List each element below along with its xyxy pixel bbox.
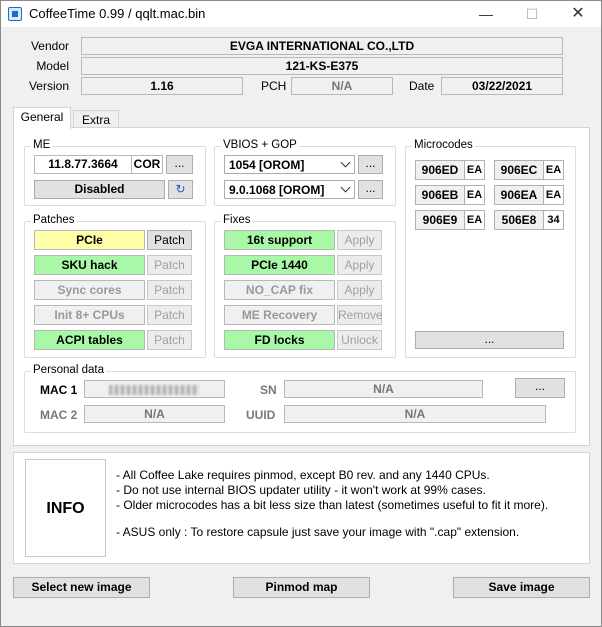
personal-data-title: Personal data [31,364,106,376]
vendor-label: Vendor [30,39,69,53]
general-tab-panel: ME 11.8.77.3664 COR ... Disabled ↻ VBIOS… [13,127,590,446]
microcode-item[interactable]: 906ED EA [415,160,485,180]
patches-group-title: Patches [31,214,77,226]
pch-field: N/A [291,77,393,95]
microcode-tag: 34 [543,211,563,229]
date-label: Date [409,79,435,93]
reload-icon[interactable]: ↻ [168,180,193,199]
microcode-tag: EA [543,161,563,179]
close-icon[interactable]: ✕ [555,1,601,27]
patch-sync-cores: Sync cores [34,280,145,300]
microcode-item[interactable]: 906EA EA [494,185,564,205]
version-field: 1.16 [81,77,243,95]
info-line: - Do not use internal BIOS updater utili… [116,483,486,497]
version-label: Version [28,79,69,93]
microcode-tag: EA [464,161,484,179]
sn-field: N/A [284,380,483,398]
mac2-field: N/A [84,405,225,423]
patch-acpi-tables-button[interactable]: Patch [147,330,192,350]
microcode-code: 506E8 [501,213,537,227]
fix-16t-support-button[interactable]: Apply [337,230,382,250]
mac1-redacted-value [109,385,199,395]
patch-pcie: PCIe [34,230,145,250]
microcodes-more-button[interactable]: ... [415,331,564,349]
pch-label: PCH [261,79,287,93]
me-type-field: COR [131,155,163,174]
microcode-item[interactable]: 906EC EA [494,160,564,180]
uuid-label: UUID [246,408,276,422]
fix-me-recovery-button[interactable]: Remove [337,305,383,325]
me-more-button[interactable]: ... [166,155,193,174]
save-image-button[interactable]: Save image [453,577,590,598]
sn-label: SN [260,383,277,397]
patch-pcie-button[interactable]: Patch [147,230,192,250]
model-field: 121-KS-E375 [81,57,563,75]
fix-pcie-1440: PCIe 1440 [224,255,335,275]
me-version-field: 11.8.77.3664 [34,155,132,174]
model-label: Model [36,59,69,73]
pinmod-map-button[interactable]: Pinmod map [233,577,370,598]
fix-pcie-1440-button[interactable]: Apply [337,255,382,275]
fix-fd-locks-button[interactable]: Unlock [337,330,382,350]
info-line: - ASUS only : To restore capsule just sa… [116,525,520,539]
info-line: - Older microcodes has a bit less size t… [116,498,549,512]
patch-sku-hack-button[interactable]: Patch [147,255,192,275]
microcode-code: 906EB [421,188,459,202]
fix-no-cap: NO_CAP fix [224,280,335,300]
microcode-tag: EA [464,186,484,204]
patch-sku-hack: SKU hack [34,255,145,275]
microcode-tag: EA [464,211,484,229]
microcodes-group-title: Microcodes [412,139,475,151]
gop-more-button[interactable]: ... [358,180,383,199]
tab-general[interactable]: General [13,107,71,130]
vendor-field: EVGA INTERNATIONAL CO.,LTD [81,37,563,55]
gop-select-value: 9.0.1068 [OROM] [229,183,325,197]
patch-init-cpus: Init 8+ CPUs [34,305,145,325]
me-group-title: ME [31,139,53,151]
date-field: 03/22/2021 [441,77,563,95]
microcode-code: 906EA [500,188,538,202]
app-icon [8,7,22,21]
fix-fd-locks: FD locks [224,330,335,350]
fixes-group-title: Fixes [221,214,253,226]
personal-more-button[interactable]: ... [515,378,565,398]
chevron-down-icon [340,182,351,193]
patch-sync-cores-button[interactable]: Patch [147,280,192,300]
fix-16t-support: 16t support [224,230,335,250]
microcode-tag: EA [543,186,563,204]
mac1-field [84,380,225,398]
patch-init-cpus-button[interactable]: Patch [147,305,192,325]
info-line: - All Coffee Lake requires pinmod, excep… [116,468,490,482]
app-window: CoffeeTime 0.99 / qqlt.mac.bin — ☐ ✕ Ven… [0,0,602,627]
vbios-more-button[interactable]: ... [358,155,383,174]
title-bar: CoffeeTime 0.99 / qqlt.mac.bin — ☐ ✕ [1,1,601,27]
info-panel: INFO - All Coffee Lake requires pinmod, … [13,452,590,564]
fix-me-recovery: ME Recovery [224,305,335,325]
microcode-item[interactable]: 906EB EA [415,185,485,205]
microcode-code: 906EC [500,163,538,177]
maximize-icon[interactable]: ☐ [509,1,555,27]
chevron-down-icon [340,157,351,168]
vbios-select-value: 1054 [OROM] [229,158,305,172]
microcode-item[interactable]: 506E8 34 [494,210,564,230]
select-new-image-button[interactable]: Select new image [13,577,150,598]
minimize-icon[interactable]: — [463,1,509,27]
uuid-field: N/A [284,405,546,423]
mac1-label: MAC 1 [40,383,78,397]
vbios-group-title: VBIOS + GOP [221,139,299,151]
microcode-code: 906E9 [422,213,458,227]
vbios-select[interactable]: 1054 [OROM] [224,155,355,174]
window-title: CoffeeTime 0.99 / qqlt.mac.bin [29,6,206,21]
microcode-item[interactable]: 906E9 EA [415,210,485,230]
patch-acpi-tables: ACPI tables [34,330,145,350]
me-state-button[interactable]: Disabled [34,180,165,199]
mac2-label: MAC 2 [40,408,78,422]
info-box: INFO [25,459,106,557]
fix-no-cap-button[interactable]: Apply [337,280,382,300]
microcode-code: 906ED [421,163,459,177]
gop-select[interactable]: 9.0.1068 [OROM] [224,180,355,199]
